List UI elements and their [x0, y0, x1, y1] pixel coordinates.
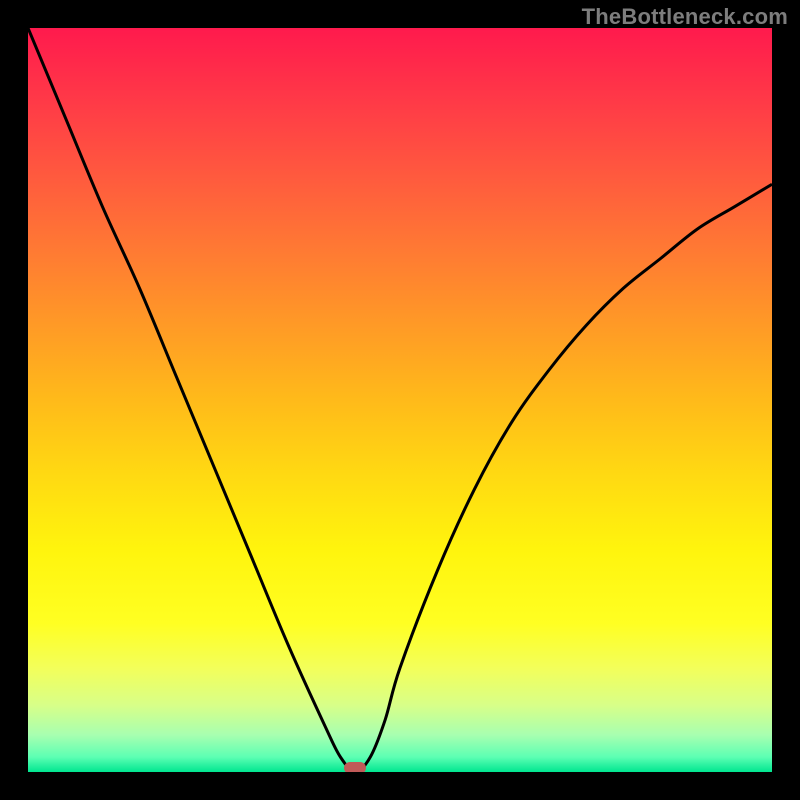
- watermark-text: TheBottleneck.com: [582, 4, 788, 30]
- plot-area: [28, 28, 772, 772]
- min-marker: [344, 762, 366, 772]
- chart-frame: TheBottleneck.com: [0, 0, 800, 800]
- curve-path: [28, 28, 772, 772]
- bottleneck-curve: [28, 28, 772, 772]
